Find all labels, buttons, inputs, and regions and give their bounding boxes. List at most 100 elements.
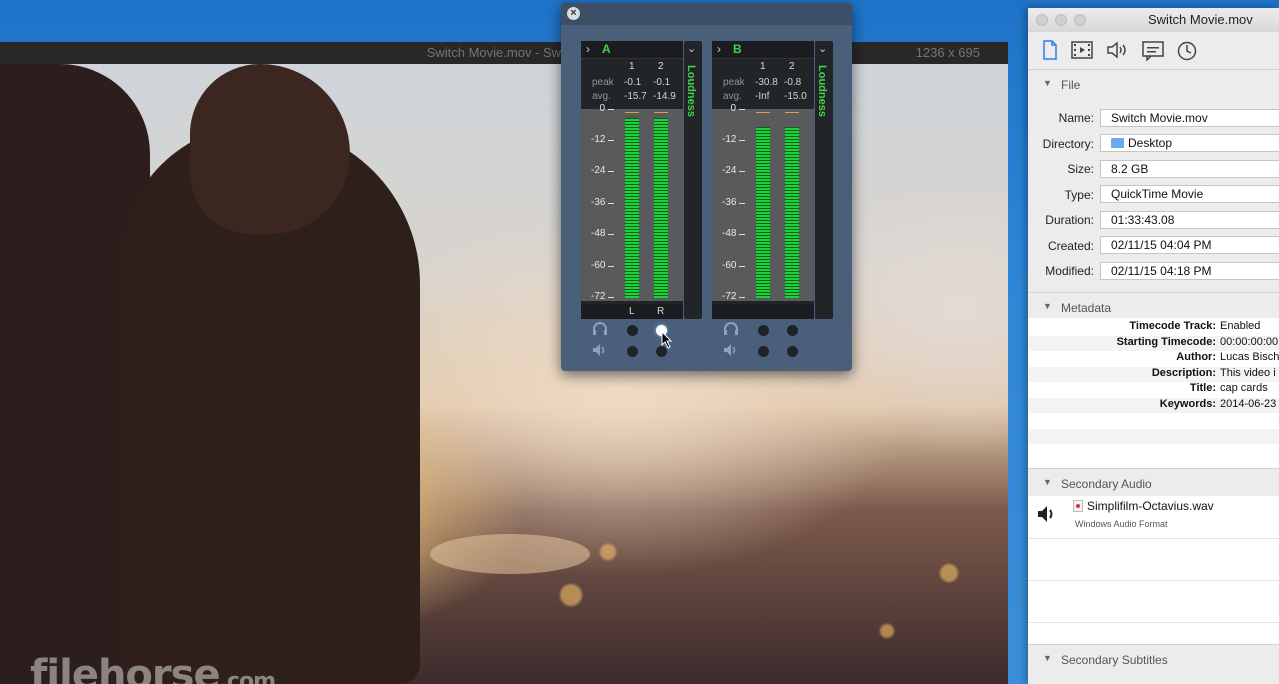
table-row[interactable]: Author: Lucas Bischoff	[1028, 351, 1279, 367]
table-row[interactable]: Title: cap cards	[1028, 382, 1279, 398]
scale-tick-line	[608, 109, 614, 110]
file-section-header[interactable]: ▼ File	[1028, 74, 1279, 96]
modified-field[interactable]: 02/11/15 04:18 PM	[1100, 262, 1279, 280]
speaker-monitor-toggle[interactable]	[758, 346, 769, 357]
inspector-titlebar[interactable]: Switch Movie.mov	[1028, 8, 1279, 32]
right-channel-label: R	[657, 306, 665, 317]
scale-tick-line	[608, 171, 614, 172]
scale-tick-line	[608, 203, 614, 204]
list-item[interactable]: Simplifilm-Octavius.wav Windows Audio Fo…	[1028, 496, 1279, 538]
scale-tick-label: -36	[591, 197, 606, 208]
section-title: File	[1061, 78, 1081, 92]
peak-label: peak	[592, 77, 614, 88]
headphone-monitor-toggle[interactable]	[758, 325, 769, 336]
audio-file-format: Windows Audio Format	[1075, 519, 1168, 529]
speaker-icon[interactable]	[723, 343, 739, 357]
metadata-section-header[interactable]: ▼ Metadata	[1028, 297, 1279, 319]
scale-tick-line	[608, 266, 614, 267]
chevron-down-icon[interactable]: ⌄	[818, 42, 827, 55]
scale-tick-label: 0	[730, 103, 736, 114]
secondary-audio-list[interactable]: Simplifilm-Octavius.wav Windows Audio Fo…	[1028, 496, 1279, 644]
directory-field[interactable]: Desktop	[1100, 134, 1279, 152]
created-field[interactable]: 02/11/15 04:04 PM	[1100, 236, 1279, 254]
scale-tick-label: -72	[722, 291, 737, 302]
meter-b-header[interactable]: › B	[712, 41, 814, 59]
meter-panel-titlebar[interactable]: ×	[561, 3, 852, 25]
metadata-value: This video i	[1220, 366, 1276, 379]
metadata-key: Timecode Track:	[1129, 320, 1216, 332]
film-icon[interactable]	[1071, 41, 1093, 59]
chevron-down-icon[interactable]: ⌄	[687, 42, 696, 55]
size-field[interactable]: 8.2 GB	[1100, 160, 1279, 178]
metadata-value: 2014-06-23	[1220, 397, 1277, 410]
meter-b-name: B	[733, 42, 742, 56]
directory-value: Desktop	[1128, 136, 1173, 150]
table-row[interactable]: Starting Timecode: 00:00:00:00	[1028, 335, 1279, 351]
scale-tick-line	[739, 109, 745, 110]
scale-tick-label: -60	[722, 260, 737, 271]
chevron-right-icon[interactable]: ›	[586, 42, 590, 56]
secondary-audio-section-header[interactable]: ▼ Secondary Audio	[1028, 473, 1279, 495]
duration-field[interactable]: 01:33:43.08	[1100, 211, 1279, 229]
disclosure-triangle-icon[interactable]: ▼	[1043, 78, 1052, 88]
table-row[interactable]: Timecode Track: Enabled	[1028, 320, 1279, 336]
video-titlebar[interactable]: Switch Movie.mov - Switch 1236 x 695	[0, 42, 1008, 64]
channel-number: 2	[658, 61, 664, 72]
disclosure-triangle-icon[interactable]: ▼	[1043, 477, 1052, 487]
loudness-label: Loudness	[685, 65, 697, 117]
table-row-empty	[1028, 444, 1279, 460]
chevron-right-icon[interactable]: ›	[717, 42, 721, 56]
loudness-tab-b[interactable]: ⌄ Loudness	[815, 41, 833, 319]
speaker-icon[interactable]	[1106, 41, 1130, 59]
close-window-button[interactable]	[1036, 14, 1048, 26]
divider	[1028, 468, 1279, 469]
peak-hold-marker	[625, 112, 639, 113]
video-frame[interactable]	[0, 64, 1008, 684]
headphone-monitor-toggle[interactable]	[627, 325, 638, 336]
table-row[interactable]: Description: This video i	[1028, 366, 1279, 382]
document-icon[interactable]	[1042, 40, 1058, 60]
meter-a-header[interactable]: › A	[581, 41, 683, 59]
video-size-label: 1236 x 695	[915, 45, 980, 60]
scale-tick-label: -24	[722, 165, 737, 176]
scale-tick-line	[608, 297, 614, 298]
avg-value: -14.9	[653, 91, 676, 102]
clock-icon[interactable]	[1177, 41, 1197, 61]
metadata-table[interactable]: Timecode Track: Enabled Starting Timecod…	[1028, 318, 1279, 468]
disclosure-triangle-icon[interactable]: ▼	[1043, 653, 1052, 663]
headphone-monitor-toggle[interactable]	[787, 325, 798, 336]
video-player-window[interactable]: Switch Movie.mov - Switch 1236 x 695 fil…	[0, 42, 1008, 684]
type-field[interactable]: QuickTime Movie	[1100, 185, 1279, 203]
loudness-tab-a[interactable]: ⌄ Loudness	[684, 41, 702, 319]
disclosure-triangle-icon[interactable]: ▼	[1043, 301, 1052, 311]
table-row[interactable]: Keywords: 2014-06-23	[1028, 397, 1279, 413]
secondary-subtitles-section-header[interactable]: ▼ Secondary Subtitles	[1028, 649, 1279, 671]
name-field[interactable]: Switch Movie.mov	[1100, 109, 1279, 127]
speaker-icon[interactable]	[592, 343, 608, 357]
inspector-window[interactable]: Switch Movie.mov ▼ File Name: Switch Mov…	[1028, 8, 1279, 684]
avg-value: -15.0	[784, 91, 807, 102]
audio-meter-panel[interactable]: × › A 1 2 peak -0.1 -0.1 avg. -15.7 -14.…	[561, 3, 852, 371]
zoom-window-button[interactable]	[1074, 14, 1086, 26]
scale-tick-line	[739, 234, 745, 235]
folder-icon	[1111, 138, 1124, 148]
minimize-window-button[interactable]	[1055, 14, 1067, 26]
speaker-monitor-toggle[interactable]	[787, 346, 798, 357]
mouse-cursor-icon	[661, 331, 673, 349]
subtitle-icon[interactable]	[1142, 41, 1164, 61]
headphones-icon[interactable]	[592, 322, 608, 336]
peak-hold-marker	[654, 112, 668, 113]
headphones-icon[interactable]	[723, 322, 739, 336]
speaker-monitor-toggle[interactable]	[627, 346, 638, 357]
scale-tick-line	[608, 140, 614, 141]
inspector-toolbar	[1028, 32, 1279, 70]
metadata-key: Keywords:	[1159, 397, 1216, 410]
scale-tick-label: -72	[591, 291, 606, 302]
filehorse-watermark: filehorse.com	[30, 652, 276, 684]
close-icon[interactable]: ×	[567, 7, 580, 20]
video-window-title: Switch Movie.mov - Switch	[426, 45, 582, 60]
scale-tick-line	[739, 140, 745, 141]
speaker-icon	[1038, 506, 1053, 522]
peak-value: -0.1	[653, 77, 671, 88]
peak-label: peak	[723, 77, 745, 88]
